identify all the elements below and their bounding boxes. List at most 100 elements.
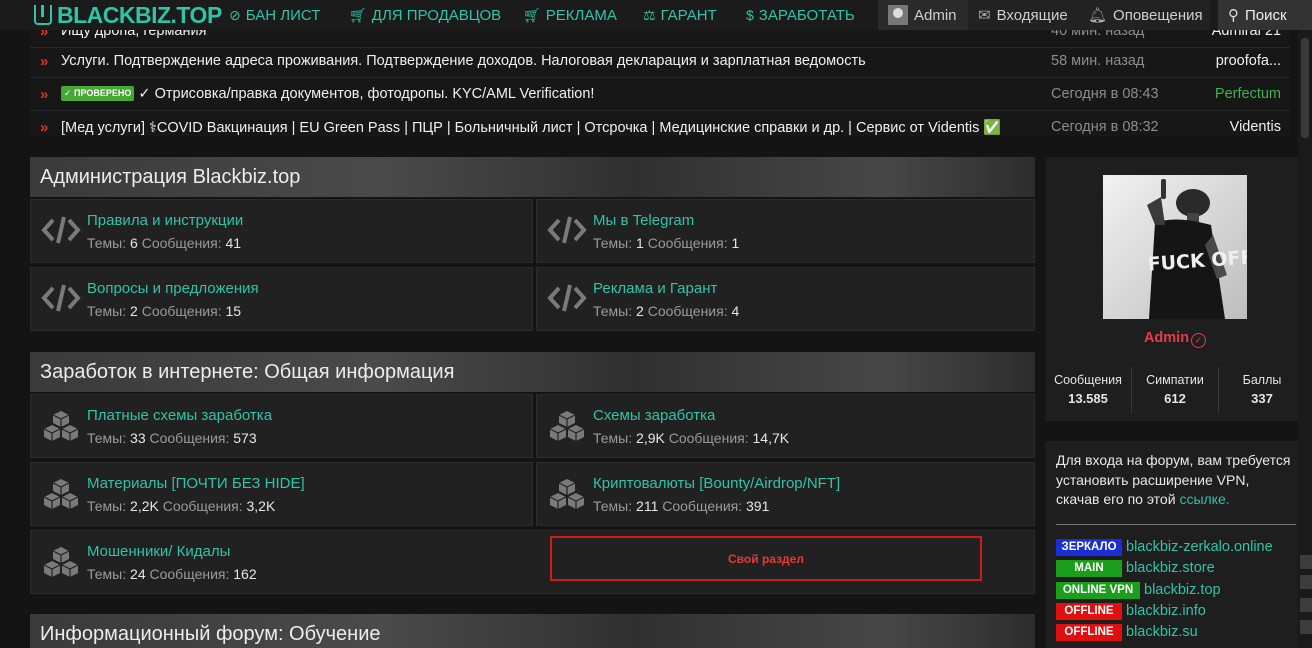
nav-advertising-label: РЕКЛАМА [545, 6, 617, 24]
search-label: Поиск [1245, 6, 1287, 24]
thread-title[interactable]: ✓ Отрисовка/правка документов, фотодропы… [138, 86, 594, 102]
mirror-tag: ONLINE VPN [1056, 581, 1140, 599]
mirror-url[interactable]: blackbiz.top [1144, 582, 1221, 598]
code-icon [547, 284, 587, 312]
node-title[interactable]: Реклама и Гарант [593, 280, 717, 297]
code-icon [547, 216, 587, 244]
cart-icon: 🛒︎ [523, 6, 541, 23]
forum-node[interactable]: Правила и инструкции Темы: 6 Сообщения: … [30, 199, 533, 263]
profile-name-label: Admin [1143, 330, 1190, 346]
category-admin: Администрация Blackbiz.top Правила и инс… [30, 157, 1035, 332]
thread-time: 40 мин. назад [1051, 30, 1145, 39]
thread-author[interactable]: proofofa... [1216, 53, 1281, 69]
site-logo[interactable]: BLACKBIZ.TOP [34, 1, 222, 28]
thread-row[interactable]: » ✓ ПРОВЕРЕНО ✓ Отрисовка/правка документ… [30, 78, 1290, 111]
nav-for-sellers[interactable]: 🛒︎ ДЛЯ ПРОДАВЦОВ [349, 0, 501, 30]
scrollbar-thumb[interactable] [1301, 38, 1309, 138]
node-title[interactable]: Мошенники/ Кидалы [87, 543, 230, 560]
category-title[interactable]: Информационный форум: Обучение [30, 614, 1035, 648]
bell-icon: 🔔︎ [1088, 7, 1108, 24]
thread-time: Сегодня в 08:43 [1051, 86, 1159, 102]
profile-name[interactable]: Admin ✓ [1045, 330, 1305, 348]
node-stats: Темы: 24 Сообщения: 162 [87, 566, 257, 582]
node-title[interactable]: Материалы [ПОЧТИ БЕЗ HIDE] [87, 475, 305, 492]
mirror-tag: OFFLINE [1056, 602, 1122, 620]
node-stats: Темы: 33 Сообщения: 573 [87, 430, 257, 446]
profile-card: FUCK OFF Admin ✓ Сообщения 13.585 Симпати… [1045, 157, 1305, 421]
forum-node[interactable]: Схемы заработка Темы: 2,9K Сообщения: 14… [536, 394, 1035, 458]
stat-label: Симпатии [1146, 373, 1204, 387]
profile-photo[interactable]: FUCK OFF [1103, 175, 1247, 319]
user-menu[interactable]: Admin [878, 0, 968, 30]
nav-advertising[interactable]: 🛒︎ РЕКЛАМА [523, 0, 617, 30]
thread-title[interactable]: [Мед услуги] ⚕COVID Вакцинация | EU Gree… [61, 119, 1001, 136]
thread-title[interactable]: Ищу дропа, германия [61, 30, 206, 39]
forum-node[interactable]: Мы в Telegram Темы: 1 Сообщения: 1 [536, 199, 1035, 263]
forum-node[interactable]: Криптовалюты [Bounty/Airdrop/NFT] Темы: … [536, 462, 1035, 526]
logo-icon [34, 5, 52, 25]
mirror-url[interactable]: blackbiz.store [1126, 560, 1215, 576]
node-title[interactable]: Правила и инструкции [87, 212, 243, 229]
scales-icon: ⚖ [643, 6, 656, 23]
vpn-download-link[interactable]: ссылке. [1179, 491, 1229, 507]
ban-icon: ⊘ [229, 6, 241, 23]
mirror-tag: OFFLINE [1056, 623, 1122, 641]
mirror-link[interactable]: MAIN blackbiz.store [1056, 559, 1215, 577]
vpn-notice-text: Для входа на форум, вам требуется устано… [1056, 451, 1296, 510]
node-title[interactable]: Мы в Telegram [593, 212, 694, 229]
thread-title-wrap[interactable]: ✓ ПРОВЕРЕНО ✓ Отрисовка/правка документов… [61, 86, 594, 102]
stat-likes: Симпатии 612 [1132, 373, 1218, 406]
vpn-notice: Для входа на форум, вам требуется устано… [1045, 441, 1305, 648]
forum-node[interactable]: Вопросы и предложения Темы: 2 Сообщения:… [30, 267, 533, 331]
mirror-tag: MAIN [1056, 559, 1122, 577]
cart-icon: 🛒︎ [349, 6, 367, 23]
mirror-url[interactable]: blackbiz-zerkalo.online [1126, 539, 1273, 555]
stat-value: 13.585 [1068, 391, 1108, 406]
thread-author[interactable]: Videntis [1230, 119, 1281, 135]
envelope-icon: ✉ [978, 7, 991, 24]
node-title[interactable]: Схемы заработка [593, 407, 715, 424]
nav-earn[interactable]: $ ЗАРАБОТАТЬ [746, 0, 855, 30]
thread-row[interactable]: » Услуги. Подтверждение адреса проживани… [30, 45, 1290, 78]
mirror-link[interactable]: ONLINE VPN blackbiz.top [1056, 581, 1221, 599]
node-title[interactable]: Криптовалюты [Bounty/Airdrop/NFT] [593, 475, 840, 492]
nav-guarantee[interactable]: ⚖ ГАРАНТ [643, 0, 717, 30]
thread-author[interactable]: Admiral 21 [1212, 30, 1281, 39]
avatar [888, 5, 908, 25]
boxes-icon [549, 479, 585, 509]
thread-title[interactable]: Услуги. Подтверждение адреса проживания.… [61, 53, 866, 69]
thread-time: Сегодня в 08:32 [1051, 119, 1159, 135]
forum-node[interactable]: Реклама и Гарант Темы: 2 Сообщения: 4 [536, 267, 1035, 331]
search-button[interactable]: ⚲ Поиск [1218, 0, 1312, 30]
alerts-button[interactable]: 🔔︎ Оповещения [1078, 0, 1210, 30]
forum-node[interactable]: Материалы [ПОЧТИ БЕЗ HIDE] Темы: 2,2K Со… [30, 462, 533, 526]
search-icon: ⚲ [1228, 7, 1239, 24]
inbox-button[interactable]: ✉ Входящие [968, 0, 1078, 30]
category-title[interactable]: Администрация Blackbiz.top [30, 157, 1035, 197]
node-stats: Темы: 2,9K Сообщения: 14,7K [593, 430, 790, 446]
node-title[interactable]: Вопросы и предложения [87, 280, 259, 297]
latest-threads: » Ищу дропа, германия 40 мин. назад Admi… [30, 30, 1290, 136]
forum-node[interactable]: Платные схемы заработка Темы: 33 Сообщен… [30, 394, 533, 458]
scroll-marker [1300, 555, 1312, 569]
mirror-tag: ЗЕРКАЛО [1056, 538, 1122, 556]
node-stats: Темы: 2 Сообщения: 15 [87, 303, 242, 319]
thread-row[interactable]: » [Мед услуги] ⚕COVID Вакцинация | EU Gr… [30, 111, 1290, 136]
boxes-icon [43, 547, 79, 577]
mirror-url[interactable]: blackbiz.su [1126, 624, 1198, 640]
category-earning: Заработок в интернете: Общая информация … [30, 352, 1035, 594]
mirror-url[interactable]: blackbiz.info [1126, 603, 1206, 619]
custom-section-banner[interactable]: Свой раздел [550, 536, 982, 581]
mirror-link[interactable]: ЗЕРКАЛО blackbiz-zerkalo.online [1056, 538, 1273, 556]
arrow-icon: » [40, 118, 49, 136]
mirror-link[interactable]: OFFLINE blackbiz.info [1056, 602, 1206, 620]
top-navigation: BLACKBIZ.TOP ⊘ БАН ЛИСТ 🛒︎ ДЛЯ ПРОДАВЦОВ… [0, 0, 1312, 30]
thread-author[interactable]: Perfectum [1215, 86, 1281, 102]
nav-ban-list[interactable]: ⊘ БАН ЛИСТ [229, 0, 320, 30]
node-stats: Темы: 2 Сообщения: 4 [593, 303, 740, 319]
mirror-link[interactable]: OFFLINE blackbiz.su [1056, 623, 1198, 641]
logo-text: BLACKBIZ.TOP [57, 1, 222, 28]
category-title[interactable]: Заработок в интернете: Общая информация [30, 352, 1035, 392]
nav-ban-list-label: БАН ЛИСТ [245, 6, 321, 24]
node-title[interactable]: Платные схемы заработка [87, 407, 272, 424]
